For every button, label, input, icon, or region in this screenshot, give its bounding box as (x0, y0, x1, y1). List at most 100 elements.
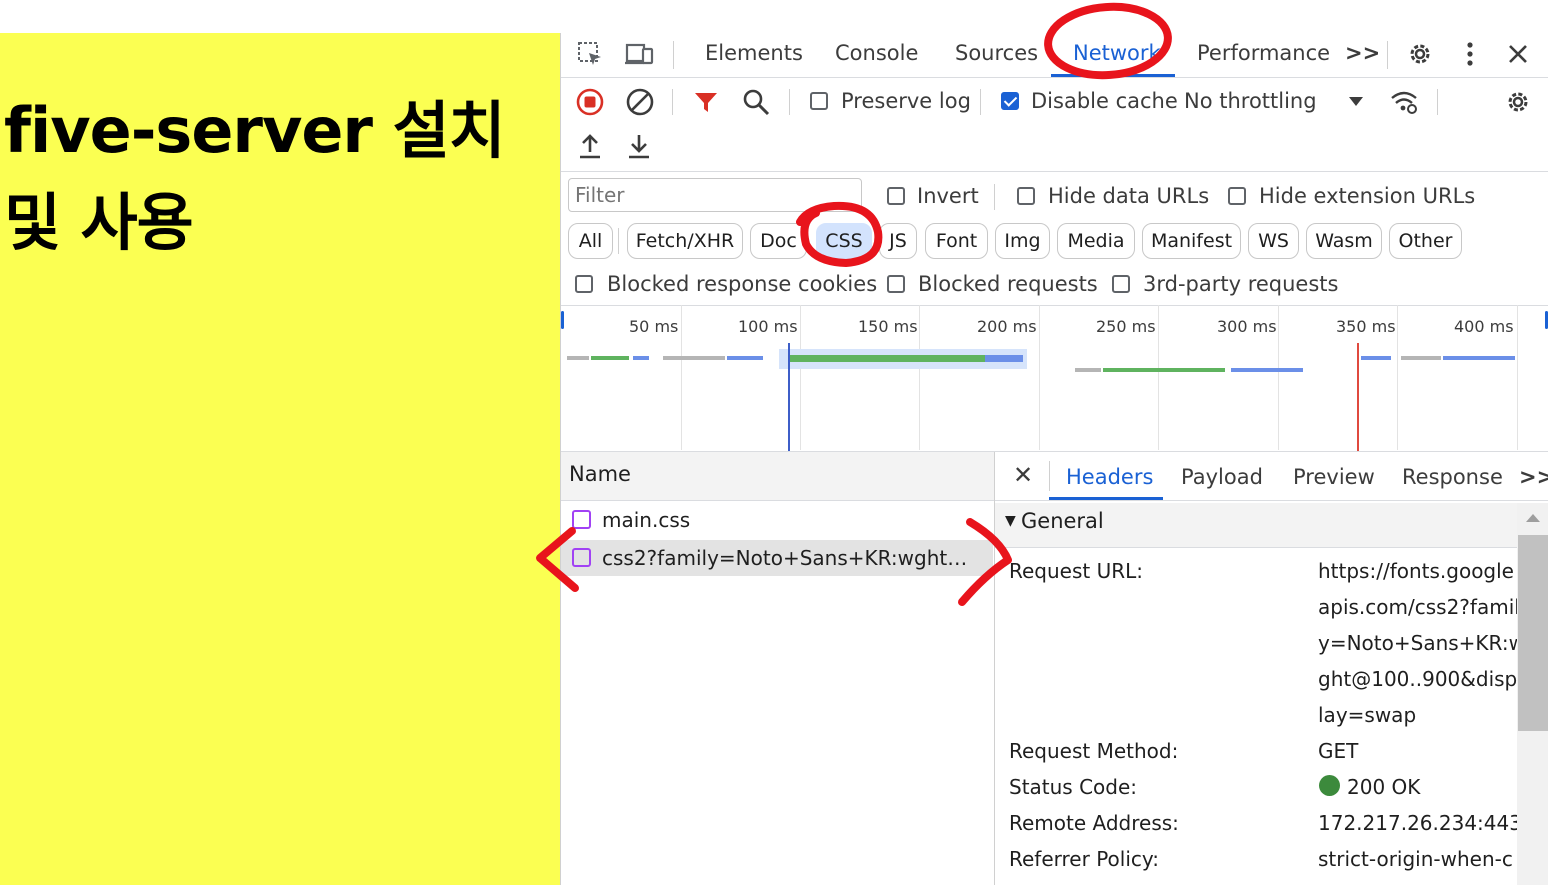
triangle-down-icon: ▼ (1005, 513, 1016, 529)
timeline-tick: 250 ms (1096, 317, 1156, 336)
timeline-bar-download (591, 356, 629, 360)
third-party-label: 3rd-party requests (1143, 272, 1339, 296)
page-headline: five-server 설치 및 사용 (4, 85, 544, 269)
hide-data-urls-checkbox[interactable] (1017, 187, 1035, 205)
third-party-checkbox[interactable] (1112, 275, 1130, 293)
status-ok-dot-icon (1319, 775, 1340, 796)
stop-recording-icon[interactable] (573, 85, 607, 119)
request-name: main.css (602, 508, 691, 532)
separator (1387, 41, 1388, 69)
tab-sources[interactable]: Sources (955, 39, 1038, 67)
tab-console[interactable]: Console (835, 39, 918, 67)
stylesheet-icon (572, 548, 591, 567)
device-toolbar-icon[interactable] (623, 39, 657, 69)
type-filter-wasm[interactable]: Wasm (1306, 223, 1382, 259)
more-detail-tabs-button[interactable]: >> (1519, 463, 1548, 491)
tab-network[interactable]: Network (1073, 39, 1161, 67)
tab-performance[interactable]: Performance (1197, 39, 1330, 67)
timeline-left-handle[interactable] (561, 311, 564, 329)
type-filter-media[interactable]: Media (1057, 223, 1135, 259)
request-row-selected[interactable]: css2?family=Noto+Sans+KR:wght@100..900&d… (561, 540, 993, 576)
inspect-element-icon[interactable] (575, 39, 605, 69)
timeline-gridline (1158, 305, 1159, 450)
timeline-overview[interactable] (561, 305, 1548, 451)
timeline-gridline (1517, 305, 1518, 450)
preserve-log-checkbox[interactable] (810, 92, 828, 110)
timeline-gridline (1278, 305, 1279, 450)
tab-preview[interactable]: Preview (1293, 463, 1375, 491)
preserve-log-label: Preserve log (841, 89, 971, 113)
separator (1437, 89, 1438, 115)
detail-scrollbar[interactable] (1517, 503, 1548, 885)
request-list-header[interactable]: Name (561, 452, 994, 501)
tab-elements[interactable]: Elements (705, 39, 803, 67)
scrollbar-thumb[interactable] (1518, 535, 1548, 731)
timeline-bar-waiting (663, 356, 725, 360)
settings-gear-icon[interactable] (1403, 37, 1437, 71)
close-detail-icon[interactable]: ✕ (1013, 461, 1033, 489)
more-tabs-button[interactable]: >> (1345, 39, 1380, 67)
separator (980, 89, 981, 115)
type-filter-all[interactable]: All (568, 223, 613, 259)
tab-headers[interactable]: Headers (1066, 463, 1153, 491)
request-url-value-line: ght@100..900&disp (1318, 667, 1518, 691)
timeline-gridline (800, 305, 801, 450)
type-filter-font[interactable]: Font (925, 223, 988, 259)
timeline-tick: 100 ms (738, 317, 798, 336)
export-har-icon[interactable] (624, 131, 654, 161)
timeline-bar-blocked (1443, 356, 1515, 360)
timeline-gridline (681, 305, 682, 450)
filter-input[interactable] (568, 178, 862, 212)
column-name-header[interactable]: Name (569, 462, 631, 486)
general-section-header[interactable]: ▼ General (995, 503, 1517, 548)
disable-cache-checkbox[interactable] (1001, 92, 1019, 110)
separator (994, 184, 995, 210)
search-icon[interactable] (739, 85, 773, 119)
timeline-bar-blocked (633, 356, 649, 360)
invert-checkbox[interactable] (887, 187, 905, 205)
general-section-title: General (1021, 509, 1104, 533)
type-filter-ws[interactable]: WS (1248, 223, 1299, 259)
kebab-menu-icon[interactable] (1453, 37, 1487, 71)
timeline-bar-blocked (727, 356, 763, 360)
webpage-preview: five-server 설치 및 사용 (0, 33, 560, 885)
type-filter-css[interactable]: CSS (816, 223, 872, 259)
timeline-bar-blocked (1231, 368, 1303, 372)
hide-extension-urls-label: Hide extension URLs (1259, 184, 1476, 208)
type-filter-img[interactable]: Img (995, 223, 1050, 259)
filter-funnel-icon[interactable] (689, 85, 723, 119)
type-filter-doc[interactable]: Doc (750, 223, 807, 259)
type-filter-manifest[interactable]: Manifest (1142, 223, 1241, 259)
network-settings-gear-icon[interactable] (1501, 85, 1535, 119)
type-filter-other[interactable]: Other (1389, 223, 1462, 259)
clear-log-icon[interactable] (623, 85, 657, 119)
load-event-line (1357, 343, 1359, 451)
request-row[interactable]: main.css (561, 502, 993, 538)
blocked-requests-checkbox[interactable] (887, 275, 905, 293)
blocked-cookies-checkbox[interactable] (575, 275, 593, 293)
status-code-key: Status Code: (1009, 775, 1138, 799)
import-har-icon[interactable] (575, 131, 605, 161)
request-url-value-line: apis.com/css2?famil (1318, 595, 1520, 619)
separator (789, 89, 790, 115)
caret-down-icon[interactable] (1345, 91, 1367, 113)
active-tab-indicator (1051, 74, 1175, 77)
tab-payload[interactable]: Payload (1181, 463, 1263, 491)
request-name: css2?family=Noto+Sans+KR:wght@100..900&d… (602, 546, 982, 570)
headline-line-2: 및 사용 (4, 186, 194, 259)
hide-extension-urls-checkbox[interactable] (1228, 187, 1246, 205)
separator (672, 89, 673, 115)
disable-cache-label: Disable cache (1031, 89, 1178, 113)
divider (561, 171, 1548, 172)
throttling-select[interactable]: No throttling (1184, 87, 1317, 115)
timeline-gridline (919, 305, 920, 450)
request-method-value: GET (1318, 739, 1359, 763)
type-filter-fetch-xhr[interactable]: Fetch/XHR (627, 223, 743, 259)
timeline-gridline (1397, 305, 1398, 450)
scroll-up-arrow-icon[interactable] (1526, 513, 1540, 523)
network-conditions-icon[interactable] (1387, 85, 1421, 119)
type-filter-js[interactable]: JS (879, 223, 917, 259)
timeline-tick: 150 ms (858, 317, 918, 336)
close-devtools-icon[interactable] (1501, 37, 1535, 71)
tab-response[interactable]: Response (1402, 463, 1503, 491)
